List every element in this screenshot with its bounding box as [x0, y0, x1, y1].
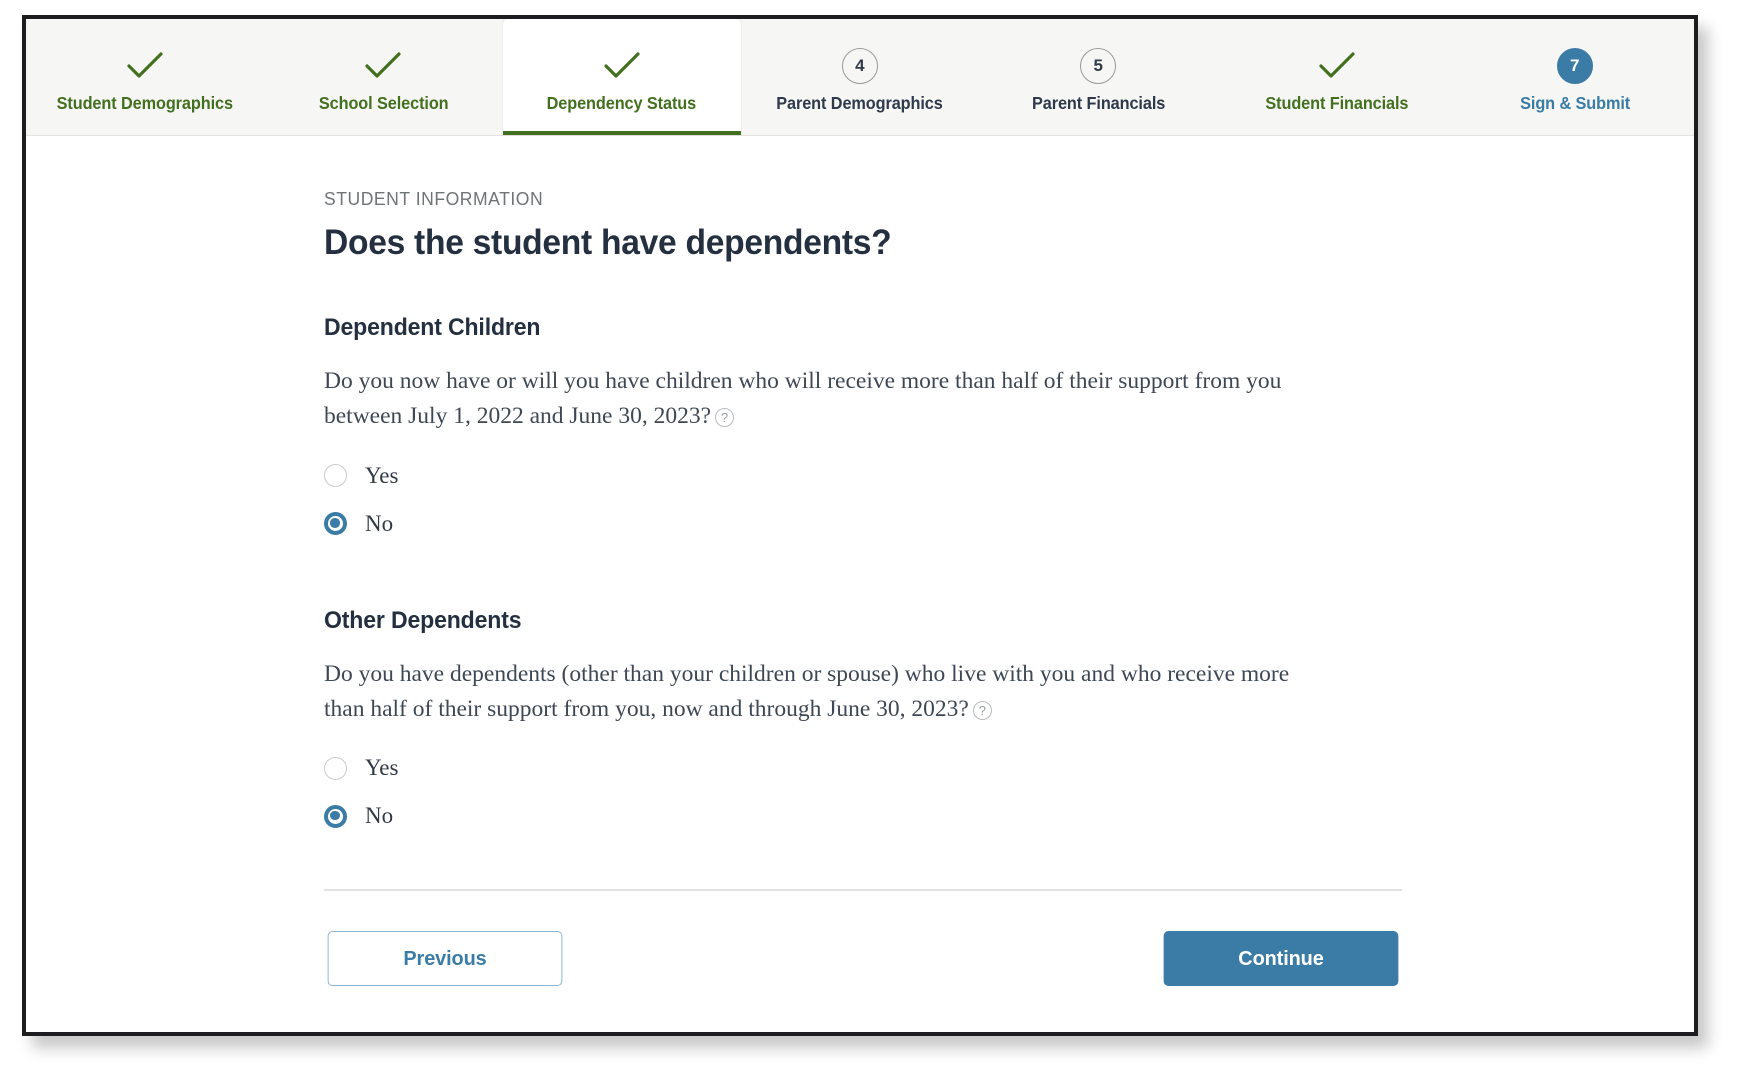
step-label: Student Financials — [1265, 93, 1409, 113]
help-circle-icon[interactable]: ? — [972, 700, 992, 720]
application-window: Student Demographics School Selection De… — [22, 15, 1698, 1036]
step-marker — [125, 45, 165, 87]
radio-label: Yes — [365, 462, 399, 488]
step-label: Parent Financials — [1031, 93, 1165, 113]
step-marker — [602, 45, 642, 87]
radio-indicator[interactable] — [324, 804, 347, 828]
step-student-financials[interactable]: Student Financials — [1217, 19, 1455, 135]
question-other-dependents: Other Dependents Do you have dependents … — [324, 607, 1364, 830]
step-dependency-status[interactable]: Dependency Status — [502, 19, 741, 135]
step-sign-and-submit[interactable]: 7 Sign & Submit — [1456, 19, 1694, 135]
radio-indicator[interactable] — [324, 512, 347, 536]
step-number-badge: 4 — [841, 48, 878, 84]
check-icon — [363, 51, 403, 81]
step-marker: 7 — [1556, 45, 1593, 87]
check-icon — [1317, 51, 1357, 81]
main-content: STUDENT INFORMATION Does the student hav… — [26, 136, 1694, 1032]
question-text-body: Do you now have or will you have childre… — [324, 368, 1282, 430]
question-heading: Other Dependents — [324, 606, 522, 634]
section-divider — [324, 889, 1402, 892]
page-title: Does the student have dependents? — [324, 223, 892, 262]
check-icon — [125, 51, 165, 81]
radio-option-yes[interactable]: Yes — [324, 755, 398, 781]
question-text: Do you now have or will you have childre… — [324, 364, 1299, 435]
question-text-body: Do you have dependents (other than your … — [324, 660, 1290, 722]
step-number-badge: 7 — [1556, 48, 1593, 84]
radio-indicator[interactable] — [324, 464, 347, 488]
step-number-badge: 5 — [1080, 48, 1117, 84]
step-parent-financials[interactable]: 5 Parent Financials — [979, 19, 1217, 135]
radio-option-no[interactable]: No — [324, 511, 393, 537]
help-circle-icon[interactable]: ? — [715, 408, 735, 428]
radio-option-no[interactable]: No — [324, 803, 393, 829]
radio-option-yes[interactable]: Yes — [324, 463, 398, 489]
step-student-demographics[interactable]: Student Demographics — [26, 19, 264, 135]
progress-stepper: Student Demographics School Selection De… — [26, 19, 1694, 136]
section-eyebrow: STUDENT INFORMATION — [324, 188, 544, 209]
step-marker: 4 — [841, 45, 878, 87]
step-label: Sign & Submit — [1519, 93, 1630, 113]
step-parent-demographics[interactable]: 4 Parent Demographics — [741, 19, 979, 135]
check-icon — [602, 51, 642, 81]
radio-label: No — [365, 510, 394, 536]
step-label: School Selection — [318, 93, 449, 113]
radio-indicator[interactable] — [324, 756, 347, 780]
step-label: Parent Demographics — [776, 93, 944, 113]
step-label: Student Demographics — [56, 93, 234, 113]
question-heading: Dependent Children — [324, 314, 541, 342]
previous-button[interactable]: Previous — [327, 931, 563, 987]
radio-label: No — [365, 803, 394, 829]
active-step-underline — [502, 131, 741, 135]
step-marker — [363, 45, 403, 87]
continue-button[interactable]: Continue — [1163, 931, 1399, 987]
question-text: Do you have dependents (other than your … — [324, 657, 1299, 728]
step-school-selection[interactable]: School Selection — [264, 19, 502, 135]
step-marker — [1317, 45, 1357, 87]
radio-label: Yes — [365, 755, 399, 781]
step-label: Dependency Status — [546, 93, 697, 113]
form-navigation-buttons: Previous Continue — [324, 931, 1402, 987]
step-marker: 5 — [1080, 45, 1117, 87]
question-dependent-children: Dependent Children Do you now have or wi… — [324, 314, 1364, 537]
